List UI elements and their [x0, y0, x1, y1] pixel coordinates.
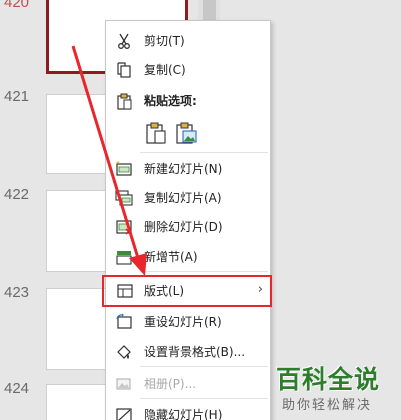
scissors-icon [118, 33, 130, 49]
reset-slide-icon [116, 313, 132, 329]
watermark: 百科全说 助你轻松解决 [276, 360, 401, 420]
menu-separator [140, 366, 268, 367]
context-menu: 剪切(T) 复制(C) 粘贴选项: * 新建幻灯片(N) 复制幻灯片(A) 删除… [102, 20, 272, 420]
menu-item-format-background[interactable]: 设置背景格式(B)... [106, 339, 270, 365]
menu-separator [140, 271, 268, 272]
menu-item-layout[interactable]: 版式(L) › [102, 275, 272, 307]
menu-item-label: 删除幻灯片(D) [144, 220, 223, 234]
photo-album-icon [116, 378, 131, 390]
slide-number-424: 424 [4, 380, 30, 397]
watermark-subtitle: 助你轻松解决 [282, 398, 373, 413]
paste-options-label: 粘贴选项: [144, 94, 197, 108]
menu-item-label: 隐藏幻灯片(H) [144, 408, 223, 420]
slide-number-423: 423 [4, 284, 30, 301]
section-icon [116, 251, 132, 265]
slide-number-421: 421 [4, 88, 30, 105]
slide-number-420: 420 [4, 0, 30, 11]
menu-item-cut[interactable]: 剪切(T) [106, 28, 270, 54]
menu-item-add-section[interactable]: 新增节(A) [106, 244, 270, 270]
copy-icon [117, 62, 131, 78]
clipboard-icon [117, 93, 132, 110]
delete-slide-icon [116, 220, 132, 235]
slide-number-422: 422 [4, 186, 30, 203]
menu-item-label: 设置背景格式(B)... [144, 345, 246, 359]
menu-item-label: 版式(L) [144, 284, 185, 298]
menu-separator [140, 152, 268, 153]
menu-item-label: 复制幻灯片(A) [144, 191, 222, 205]
format-background-icon [117, 345, 131, 359]
menu-item-photo-album: 相册(P)... [106, 371, 270, 397]
layout-icon [117, 284, 133, 298]
menu-item-label: 重设幻灯片(R) [144, 315, 222, 329]
menu-item-new-slide[interactable]: * 新建幻灯片(N) [106, 156, 270, 182]
menu-separator [140, 398, 268, 399]
duplicate-slide-icon [115, 190, 133, 206]
chevron-right-icon: › [257, 282, 263, 297]
menu-item-copy[interactable]: 复制(C) [106, 57, 270, 83]
menu-item-label: 新建幻灯片(N) [144, 162, 223, 176]
menu-item-hide-slide[interactable]: 隐藏幻灯片(H) [106, 402, 270, 420]
menu-item-label: 剪切(T) [144, 34, 185, 48]
menu-item-label: 复制(C) [144, 63, 186, 77]
menu-item-delete-slide[interactable]: 删除幻灯片(D) [106, 214, 270, 240]
hide-slide-icon [116, 408, 132, 420]
paste-picture-icon[interactable] [174, 121, 198, 145]
watermark-title: 百科全说 [276, 365, 381, 394]
paste-keep-icon[interactable] [144, 121, 168, 145]
menu-item-label: 新增节(A) [144, 250, 198, 264]
menu-item-reset-slide[interactable]: 重设幻灯片(R) [106, 309, 270, 335]
new-slide-icon: * [116, 160, 132, 176]
paste-options-header: 粘贴选项: [106, 88, 270, 114]
svg-text:*: * [116, 160, 120, 169]
menu-item-duplicate-slide[interactable]: 复制幻灯片(A) [106, 185, 270, 211]
menu-item-label: 相册(P)... [144, 377, 197, 391]
